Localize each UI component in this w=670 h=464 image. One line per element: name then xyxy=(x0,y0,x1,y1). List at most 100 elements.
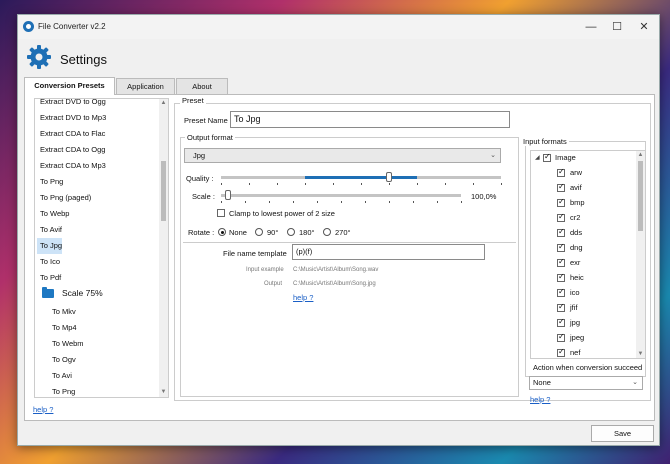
preset-list-help-link[interactable]: help ? xyxy=(33,405,53,414)
tree-item-format[interactable]: ico xyxy=(570,285,580,300)
tree-item-format[interactable]: jpg xyxy=(570,315,580,330)
format-checkbox[interactable] xyxy=(557,302,565,312)
list-item[interactable]: To Webp xyxy=(40,206,69,222)
tab-content-panel: Extract DVD to Ogg Extract DVD to Mp3 Ex… xyxy=(24,94,655,421)
format-checkbox[interactable] xyxy=(557,287,565,297)
folder-expander-icon[interactable]: ◢ xyxy=(34,288,35,295)
scroll-down-icon[interactable]: ▼ xyxy=(637,351,644,358)
chevron-down-icon: ⌄ xyxy=(632,379,638,386)
list-item[interactable]: Extract CDA to Ogg xyxy=(40,142,105,158)
input-formats-legend: Input formats xyxy=(521,137,569,146)
output-format-help-link[interactable]: help ? xyxy=(293,293,313,302)
format-checkbox[interactable] xyxy=(557,182,565,192)
page-title: Settings xyxy=(60,52,107,67)
list-item[interactable]: To Ico xyxy=(40,254,60,270)
divider xyxy=(183,242,516,243)
scale-slider-thumb[interactable] xyxy=(225,190,232,200)
tree-item-format[interactable]: nef xyxy=(570,345,580,358)
folder-item-scale[interactable]: Scale 75% xyxy=(62,285,103,301)
slider-tick xyxy=(413,201,414,203)
slider-tick xyxy=(269,201,270,203)
format-checkbox[interactable] xyxy=(557,197,565,207)
minimize-button[interactable]: — xyxy=(577,18,605,36)
rotate-90-radio[interactable] xyxy=(255,228,263,236)
tree-item-format[interactable]: jpeg xyxy=(570,330,584,345)
tree-item-format[interactable]: dds xyxy=(570,225,582,240)
format-checkbox[interactable] xyxy=(557,347,565,357)
slider-tick xyxy=(317,201,318,203)
list-item[interactable]: To Png xyxy=(52,384,75,397)
slider-tick xyxy=(389,183,390,185)
title-bar: File Converter v2.2 — ☐ ✕ xyxy=(18,15,659,39)
scroll-thumb[interactable] xyxy=(161,161,166,221)
input-formats-help-link[interactable]: help ? xyxy=(530,395,550,404)
list-item[interactable]: To Mkv xyxy=(52,304,76,320)
preset-name-input[interactable]: To Jpg xyxy=(230,111,510,128)
format-checkbox[interactable] xyxy=(557,317,565,327)
tree-item-format[interactable]: cr2 xyxy=(570,210,580,225)
tree-item-format[interactable]: dng xyxy=(570,240,583,255)
list-item[interactable]: Extract CDA to Flac xyxy=(40,126,105,142)
scroll-down-icon[interactable]: ▼ xyxy=(160,389,167,397)
tree-item-format[interactable]: jfif xyxy=(570,300,578,315)
list-item[interactable]: Extract CDA to Mp3 xyxy=(40,158,106,174)
tab-conversion-presets[interactable]: Conversion Presets xyxy=(24,77,115,95)
rotate-180-radio[interactable] xyxy=(287,228,295,236)
scroll-thumb[interactable] xyxy=(638,161,643,231)
format-checkbox[interactable] xyxy=(557,332,565,342)
scroll-up-icon[interactable]: ▲ xyxy=(160,100,167,108)
list-item[interactable]: To Avi xyxy=(52,368,72,384)
list-item[interactable]: To Pdf xyxy=(40,270,61,286)
quality-slider[interactable] xyxy=(221,172,502,186)
list-item[interactable]: To Png (paged) xyxy=(40,190,91,206)
quality-slider-thumb[interactable] xyxy=(386,172,392,182)
list-item[interactable]: To Webm xyxy=(52,336,84,352)
output-example-label: Output xyxy=(264,281,283,287)
scale-value: 100,0% xyxy=(471,192,497,201)
tab-about[interactable]: About xyxy=(176,78,228,94)
maximize-button[interactable]: ☐ xyxy=(603,18,631,36)
output-example-value: C:\Music\Artist\Album\Song.jpg xyxy=(293,281,376,287)
slider-tick xyxy=(365,201,366,203)
tree-item-format[interactable]: exr xyxy=(570,255,580,270)
rotate-270-radio[interactable] xyxy=(323,228,331,236)
action-select[interactable]: None ⌄ xyxy=(529,376,643,390)
format-checkbox[interactable] xyxy=(557,227,565,237)
preset-list-scrollbar[interactable]: ▲ ▼ xyxy=(159,99,168,397)
tab-application[interactable]: Application xyxy=(116,78,175,94)
save-button[interactable]: Save xyxy=(591,425,654,442)
rotate-none-radio[interactable] xyxy=(218,228,226,236)
file-name-template-input[interactable]: (p)(f) xyxy=(292,244,485,260)
tree-item-format[interactable]: avif xyxy=(570,180,582,195)
list-item[interactable]: Extract DVD to Ogg xyxy=(40,99,106,110)
tree-item-format[interactable]: arw xyxy=(570,165,582,180)
list-item[interactable]: To Ogv xyxy=(52,352,76,368)
format-checkbox[interactable] xyxy=(557,242,565,252)
image-checkbox[interactable] xyxy=(543,152,551,162)
format-checkbox[interactable] xyxy=(557,167,565,177)
tree-expander-icon[interactable]: ◢ xyxy=(535,154,540,161)
tree-item-image[interactable]: Image xyxy=(555,151,576,165)
format-checkbox[interactable] xyxy=(557,212,565,222)
list-item[interactable]: To Avif xyxy=(40,222,62,238)
clamp-power-of-two-checkbox[interactable] xyxy=(217,209,225,217)
slider-tick xyxy=(437,201,438,203)
list-item[interactable]: To Mp4 xyxy=(52,320,77,336)
tree-item-format[interactable]: bmp xyxy=(570,195,585,210)
list-item[interactable]: To Png xyxy=(40,174,63,190)
list-item-selected[interactable]: To Jpg xyxy=(37,238,62,254)
slider-tick xyxy=(221,183,222,185)
rotate-label: Rotate : xyxy=(188,228,215,237)
close-button[interactable]: ✕ xyxy=(630,18,658,36)
scale-slider[interactable] xyxy=(221,190,462,204)
input-example-label: Input example xyxy=(246,267,284,273)
format-checkbox[interactable] xyxy=(557,272,565,282)
slider-tick xyxy=(501,183,502,185)
scale-track xyxy=(221,194,461,197)
list-item[interactable]: Extract DVD to Mp3 xyxy=(40,110,106,126)
scroll-up-icon[interactable]: ▲ xyxy=(637,152,644,160)
tree-item-format[interactable]: heic xyxy=(570,270,584,285)
output-format-select[interactable]: Jpg ⌄ xyxy=(184,148,501,163)
input-formats-scrollbar[interactable]: ▲ ▼ xyxy=(636,151,645,358)
format-checkbox[interactable] xyxy=(557,257,565,267)
